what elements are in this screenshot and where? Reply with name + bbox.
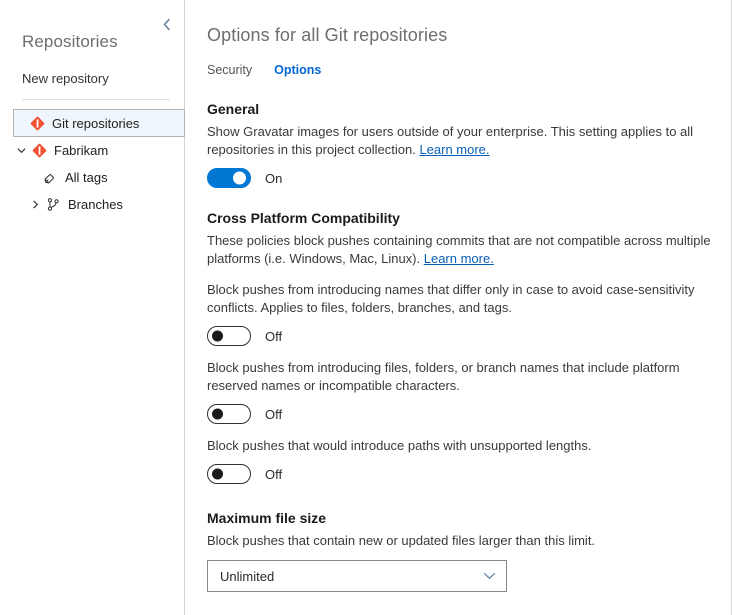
learn-more-link[interactable]: Learn more. [419,142,489,157]
sidebar-item-label: Fabrikam [49,143,108,158]
policy-group-path-length: Block pushes that would introduce paths … [207,424,717,484]
section-heading-cross-platform: Cross Platform Compatibility [207,188,717,226]
app-root: Repositories New repository Git reposito… [0,0,732,615]
toggle-knob [212,331,223,342]
reserved-names-toggle-row: Off [207,395,717,424]
repository-tree: Git repositories Fabrikam [0,109,184,218]
tab-bar: Security Options [207,63,717,79]
toggle-knob [212,469,223,480]
chevron-down-icon[interactable] [14,147,29,154]
sidebar-title: Repositories [0,0,184,52]
sidebar-item-branches[interactable]: Branches [0,191,184,218]
max-file-size-value: Unlimited [220,569,274,584]
policy-description: Block pushes from introducing files, fol… [207,359,717,395]
gravatar-toggle[interactable] [207,168,251,188]
chevron-right-icon[interactable] [28,200,43,209]
policy-group-reserved-names: Block pushes from introducing files, fol… [207,346,717,424]
path-length-toggle-row: Off [207,455,717,484]
policy-description: Block pushes from introducing names that… [207,281,717,317]
case-sensitivity-toggle-state: Off [251,329,282,344]
tab-security[interactable]: Security [207,63,252,79]
case-sensitivity-toggle-row: Off [207,317,717,346]
reserved-names-toggle-state: Off [251,407,282,422]
sidebar-item-label: Git repositories [47,116,139,131]
page-title: Options for all Git repositories [207,0,717,46]
branch-icon [43,197,63,212]
git-repo-icon [29,143,49,158]
sidebar-item-fabrikam[interactable]: Fabrikam [0,137,184,164]
new-repository-link[interactable]: New repository [0,52,184,86]
path-length-toggle[interactable] [207,464,251,484]
sidebar-divider [22,99,170,100]
sidebar-collapse-button[interactable] [158,15,176,33]
section-heading-max-file-size: Maximum file size [207,484,717,526]
sidebar-item-all-tags[interactable]: All tags [0,164,184,191]
tag-icon [40,170,60,185]
gravatar-toggle-row: On [207,159,717,188]
policy-description: Block pushes that would introduce paths … [207,437,717,455]
reserved-names-toggle[interactable] [207,404,251,424]
cross-platform-description: These policies block pushes containing c… [207,226,717,268]
path-length-toggle-state: Off [251,467,282,482]
learn-more-link[interactable]: Learn more. [424,251,494,266]
sidebar-item-label: Branches [63,197,123,212]
git-repo-icon [27,116,47,131]
sidebar-item-git-repositories[interactable]: Git repositories [13,109,185,137]
policy-group-case-sensitivity: Block pushes from introducing names that… [207,268,717,346]
toggle-knob [212,409,223,420]
case-sensitivity-toggle[interactable] [207,326,251,346]
section-heading-general: General [207,79,717,117]
chevron-down-icon [483,572,496,580]
max-file-size-description: Block pushes that contain new or updated… [207,526,717,550]
sidebar: Repositories New repository Git reposito… [0,0,185,615]
general-description: Show Gravatar images for users outside o… [207,117,717,159]
gravatar-toggle-state: On [251,171,282,186]
tab-options[interactable]: Options [274,63,321,79]
max-file-size-dropdown[interactable]: Unlimited [207,560,507,592]
chevron-left-icon [163,18,171,31]
toggle-knob [233,172,246,185]
main-content: Options for all Git repositories Securit… [185,0,731,615]
sidebar-item-label: All tags [60,170,108,185]
